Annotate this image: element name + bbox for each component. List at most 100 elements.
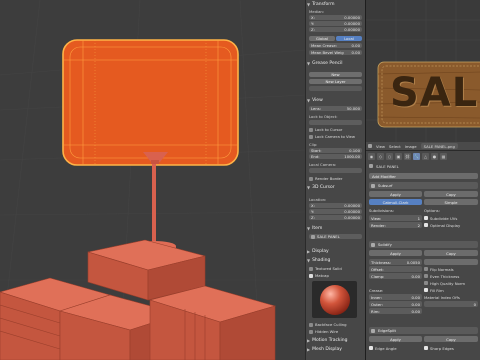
hidden-wire-check[interactable]: Hidden Wire (309, 329, 338, 334)
modifier-edgesplit-header[interactable]: EdgeSplit (369, 327, 478, 334)
backface-culling-check[interactable]: Backface Culling (309, 322, 347, 327)
mean-crease-field[interactable]: Mean Crease: 0.00 (309, 43, 362, 48)
cursor-x-field[interactable]: X: 0.00000 (309, 203, 362, 208)
optimal-display-check[interactable]: Optimal Display (424, 222, 460, 228)
image-editor-view[interactable]: SALE (366, 0, 480, 142)
local-camera-field[interactable] (309, 168, 362, 173)
solidify-apply-button[interactable]: Apply (369, 250, 422, 256)
fill-rim-check[interactable]: Fill Rim (424, 287, 444, 293)
rim-crease-field[interactable]: Rim: 0.00 (369, 308, 422, 314)
checkbox[interactable] (369, 346, 373, 350)
cursor-z-field[interactable]: Z: 0.00000 (309, 215, 362, 220)
clip-start-field[interactable]: Start: 0.100 (309, 148, 362, 153)
grease-pencil-header[interactable]: ▼ Grease Pencil (307, 60, 364, 66)
properties-shelf[interactable]: ▼ Transform Median: X: 0.00000 Y: 0.00000 Z… (305, 0, 365, 360)
item-header[interactable]: ▼ Item (307, 225, 364, 231)
3d-cursor-header[interactable]: ▼ 3D Cursor (307, 184, 364, 190)
menu-select[interactable]: Select (389, 144, 401, 149)
clamp-field[interactable]: Clamp: 0.00 (369, 273, 422, 279)
lock-object-field[interactable] (309, 120, 362, 125)
checkbox[interactable] (309, 273, 313, 278)
checkbox[interactable] (424, 267, 428, 271)
edgesplit-apply-button[interactable]: Apply (369, 336, 422, 342)
mesh-display-header[interactable]: ▶ Mesh Display (307, 346, 364, 352)
data-tab-icon[interactable]: △ (422, 153, 429, 160)
lock-cursor-check[interactable]: Lock to Cursor (309, 127, 342, 132)
checkbox[interactable] (424, 216, 428, 220)
render-levels-field[interactable]: Render: 2 (369, 222, 422, 228)
offset-field[interactable]: Offset: (369, 266, 422, 272)
editor-type-icon[interactable] (368, 144, 372, 148)
checkbox[interactable] (309, 329, 313, 334)
checkbox[interactable] (424, 346, 428, 350)
lock-camera-check[interactable]: Lock Camera to View (309, 134, 355, 139)
even-thickness-check[interactable]: Even Thickness (424, 273, 459, 279)
motion-tracking-header[interactable]: ▶ Motion Tracking (307, 337, 364, 343)
checkbox[interactable] (309, 266, 313, 271)
object-tab-icon[interactable]: ▣ (395, 153, 402, 160)
matcap-preview[interactable] (312, 281, 357, 318)
new-layer-button[interactable]: New Layer (309, 79, 362, 84)
view-levels-field[interactable]: View: 1 (369, 215, 422, 221)
subsurf-copy-button[interactable]: Copy (424, 191, 478, 197)
inner-crease-field[interactable]: Inner: 0.00 (369, 294, 422, 300)
catmull-clark-button[interactable]: Catmull-Clark (369, 199, 422, 205)
edge-angle-check[interactable]: Edge Angle (369, 345, 397, 351)
constraints-tab-icon[interactable]: ⛓ (404, 153, 411, 160)
matcap-check[interactable]: Matcap (309, 273, 329, 278)
checkbox[interactable] (309, 322, 313, 327)
clip-end-field[interactable]: End: 1000.00 (309, 154, 362, 159)
shading-header[interactable]: ▼ Shading (307, 257, 364, 263)
global-button[interactable]: Global (309, 36, 335, 41)
cursor-y-field[interactable]: Y: 0.00000 (309, 209, 362, 214)
textured-solid-check[interactable]: Textured Solid (309, 266, 342, 271)
subsurf-apply-button[interactable]: Apply (369, 191, 422, 197)
material-tab-icon[interactable]: ● (431, 153, 438, 160)
median-y-field[interactable]: Y: 0.00000 (309, 21, 362, 26)
render-tab-icon[interactable]: ◉ (368, 153, 375, 160)
edgesplit-copy-button[interactable]: Copy (424, 336, 478, 342)
modifier-subsurf-header[interactable]: Subsurf (369, 182, 478, 189)
texture-tab-icon[interactable]: ▦ (440, 153, 447, 160)
sharp-edges-check[interactable]: Sharp Edges (424, 345, 454, 351)
render-border-check[interactable]: Render Border (309, 176, 342, 181)
mean-bevel-field[interactable]: Mean Bevel Weig 0.00 (309, 50, 362, 55)
checkbox[interactable] (309, 176, 313, 181)
modifiers-tab-icon[interactable]: 🔧 (413, 153, 420, 160)
vertex-group-field[interactable] (424, 259, 478, 265)
new-grease-button[interactable]: New (309, 72, 362, 77)
solidify-copy-button[interactable]: Copy (424, 250, 478, 256)
flip-normals-check[interactable]: Flip Normals (424, 266, 454, 272)
high-quality-normals-check[interactable]: High Quality Norm (424, 280, 465, 286)
median-x-field[interactable]: X: 0.00000 (309, 15, 362, 20)
material-index-field[interactable]: 0 (424, 301, 478, 307)
grease-options-row[interactable] (309, 86, 362, 91)
checkbox[interactable] (309, 127, 313, 132)
checkbox[interactable] (424, 274, 428, 278)
image-editor-header: View Select Image SALE PANEL.png (366, 142, 480, 151)
scene-tab-icon[interactable]: ◇ (377, 153, 384, 160)
checkbox[interactable] (424, 223, 428, 227)
checkbox[interactable] (424, 281, 428, 285)
menu-view[interactable]: View (376, 144, 385, 149)
thickness-field[interactable]: Thickness: 0.0050 (369, 259, 422, 265)
display-header[interactable]: ▶ Display (307, 248, 364, 254)
view-header[interactable]: ▼ View (307, 97, 364, 103)
simple-button[interactable]: Simple (424, 199, 478, 205)
subdivide-uvs-check[interactable]: Subdivide UVs (424, 215, 457, 221)
checkbox[interactable] (309, 134, 313, 139)
world-tab-icon[interactable]: ○ (386, 153, 393, 160)
transform-header[interactable]: ▼ Transform (307, 1, 364, 7)
modifier-solidify-header[interactable]: Solidify (369, 241, 478, 248)
3d-viewport[interactable] (0, 0, 305, 360)
median-z-field[interactable]: Z: 0.00000 (309, 27, 362, 32)
add-modifier-button[interactable]: Add Modifier (369, 173, 478, 179)
local-button[interactable]: Local (336, 36, 362, 41)
properties-editor[interactable]: ◉ ◇ ○ ▣ ⛓ 🔧 △ ● ▦ SALE PANEL Add Modifie… (366, 151, 480, 360)
menu-image[interactable]: Image (405, 144, 417, 149)
checkbox[interactable] (424, 288, 428, 292)
outer-crease-field[interactable]: Outer: 0.00 (369, 301, 422, 307)
item-name-field[interactable]: SALE PANEL (309, 234, 362, 239)
lens-field[interactable]: Lens: 50.000 (309, 106, 362, 111)
image-name-field[interactable]: SALE PANEL.png (420, 143, 458, 149)
